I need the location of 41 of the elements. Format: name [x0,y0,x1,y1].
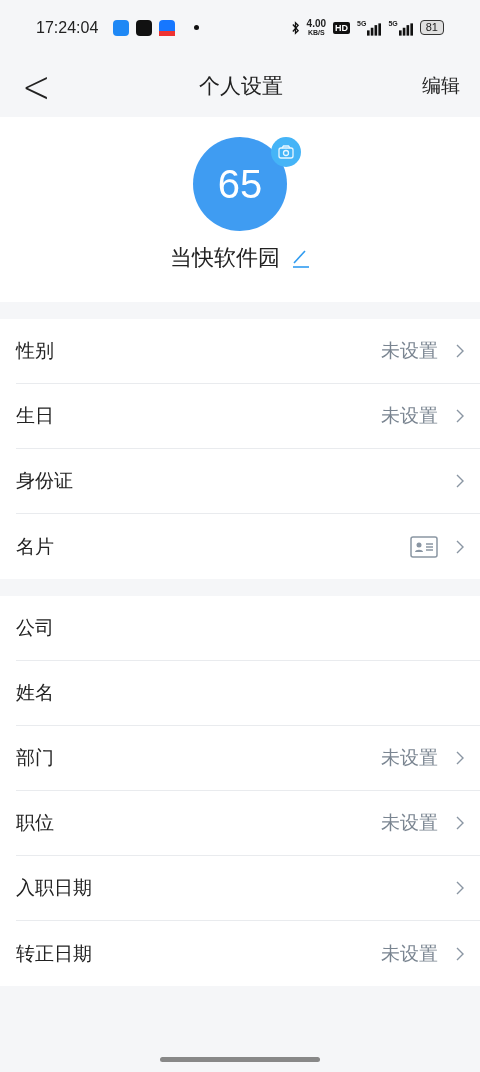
user-name: 当快软件园 [170,244,280,272]
back-button[interactable]: < [22,60,66,112]
app-icon [113,19,130,36]
setting-label: 入职日期 [16,875,92,900]
setting-value: 未设置 [381,338,438,363]
setting-label: 职位 [16,810,54,835]
chevron-right-icon[interactable] [456,946,464,961]
status-time: 17:24:04 [36,18,99,37]
hd-badge: HD [333,21,351,34]
chevron-right-icon[interactable] [456,539,464,554]
setting-label: 部门 [16,745,54,770]
setting-value: 未设置 [381,810,438,835]
setting-label: 身份证 [16,468,73,493]
camera-icon[interactable] [271,137,301,167]
setting-label: 生日 [16,403,54,428]
chevron-right-icon[interactable] [456,751,464,765]
bluetooth-icon [290,20,300,35]
chevron-right-icon[interactable] [456,344,464,358]
chevron-right-icon[interactable] [456,409,464,423]
app-icon [159,19,176,36]
chevron-right-icon[interactable] [456,816,464,830]
notification-dot-icon [194,25,200,30]
battery-indicator: 81 [419,20,444,35]
setting-label: 转正日期 [16,940,92,966]
setting-label: 姓名 [16,680,54,705]
pencil-icon[interactable] [290,248,310,268]
setting-label: 性别 [16,338,54,363]
setting-label: 名片 [16,533,54,559]
setting-label: 公司 [16,615,54,640]
business-card-icon [410,535,438,558]
network-speed: 4.00 [306,19,327,29]
setting-value: 未设置 [381,403,438,428]
chevron-right-icon[interactable] [456,474,464,488]
setting-value: 未设置 [381,745,438,770]
signal-icon [398,22,413,36]
edit-button[interactable]: 编辑 [416,73,460,99]
page-title: 个人设置 [199,73,283,100]
chevron-right-icon[interactable] [456,881,464,895]
signal-icon [367,22,382,36]
setting-value: 未设置 [381,940,438,966]
app-icon [136,19,153,36]
